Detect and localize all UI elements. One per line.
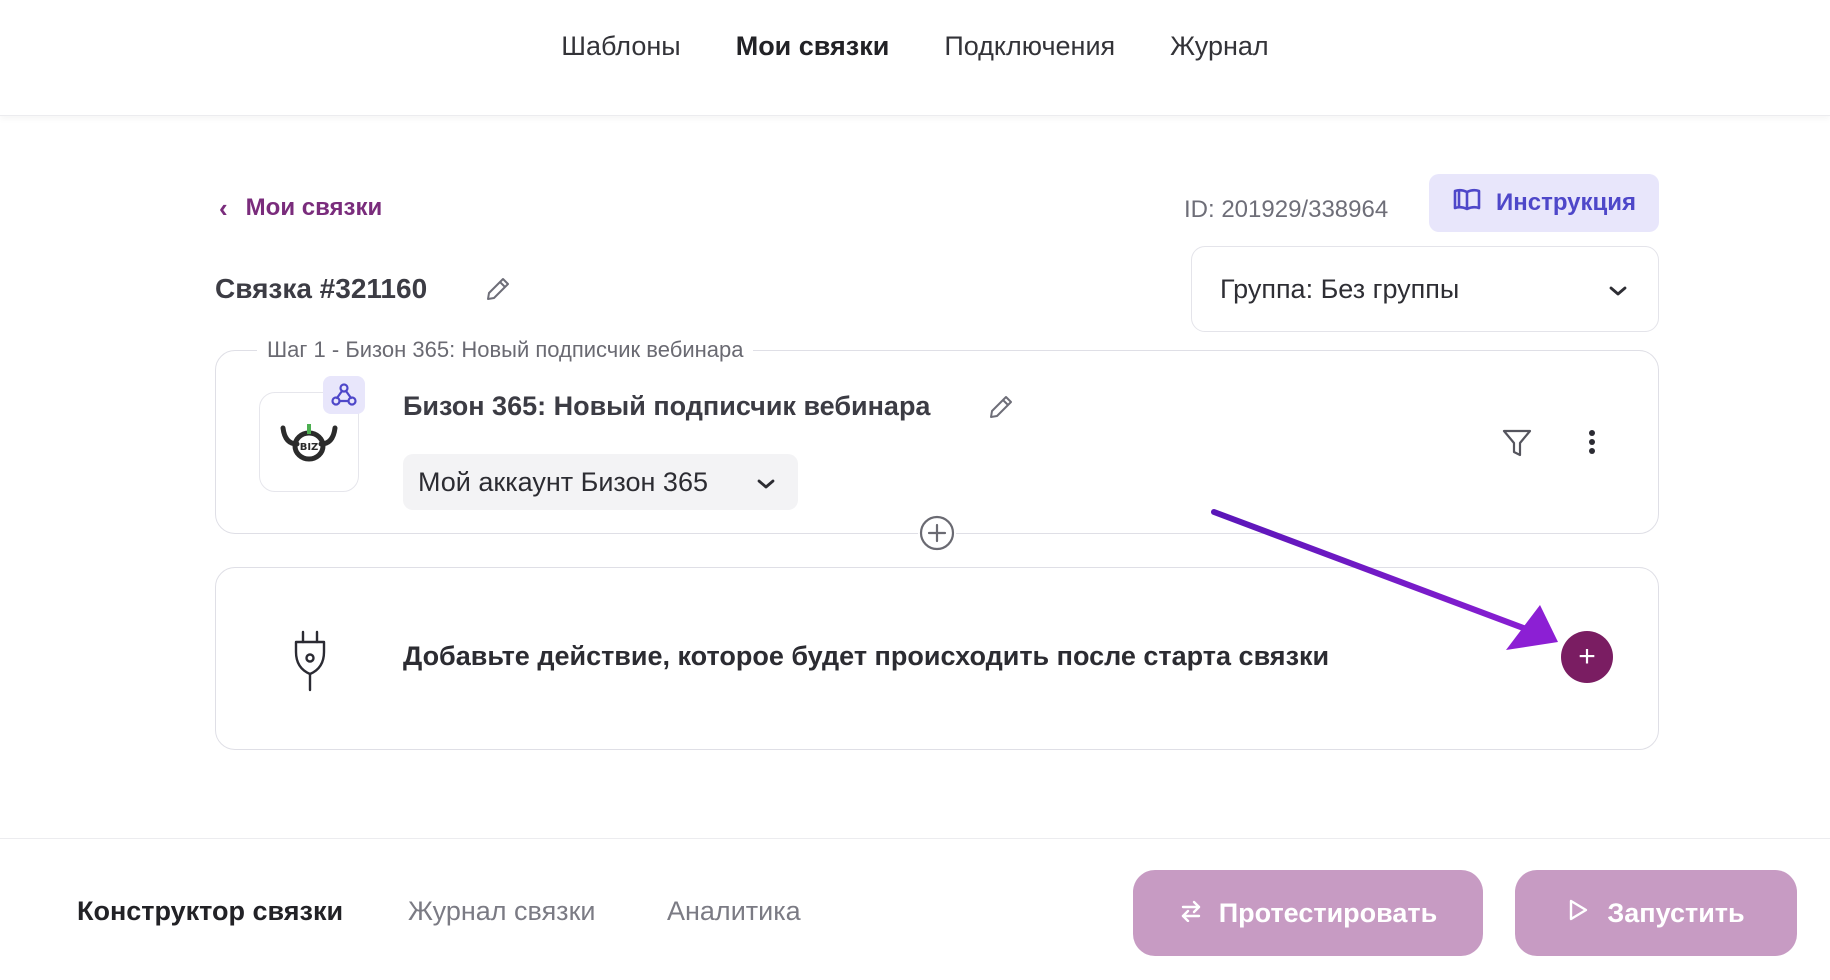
step-legend: Шаг 1 - Бизон 365: Новый подписчик вебин… [257,337,754,363]
filter-icon[interactable] [1500,426,1534,465]
chevron-down-icon [756,467,776,498]
chevron-down-icon [1608,274,1628,305]
instruction-button[interactable]: Инструкция [1429,174,1659,232]
link-id: ID: 201929/338964 [1184,196,1389,223]
logo-text: BIZ [300,442,319,453]
add-action-prompt: Добавьте действие, которое будет происхо… [403,641,1330,671]
tab-journal[interactable]: Журнал [1170,31,1269,62]
add-action-button[interactable]: + [1561,631,1613,683]
more-vertical-icon[interactable] [1584,426,1600,465]
page-title: Связка #321160 [215,273,428,304]
account-select-value: Мой аккаунт Бизон 365 [418,466,708,497]
instruction-label: Инструкция [1495,189,1637,216]
test-button[interactable]: Протестировать [1133,870,1483,956]
tab-connections[interactable]: Подключения [944,31,1115,62]
swap-icon [1179,898,1203,929]
book-icon [1452,187,1482,220]
tab-analytics[interactable]: Аналитика [667,896,801,927]
chevron-left-icon: ‹ [219,193,228,223]
top-navigation: Шаблоны Мои связки Подключения Журнал [0,0,1830,116]
step-title: Бизон 365: Новый подписчик вебинара [403,391,931,421]
back-link-label: Мои связки [245,194,383,221]
tab-constructor[interactable]: Конструктор связки [77,896,343,927]
webhook-icon [323,376,365,414]
tab-link-journal[interactable]: Журнал связки [408,896,595,927]
plug-icon [290,630,330,697]
tab-my-links[interactable]: Мои связки [736,31,890,62]
run-button[interactable]: Запустить [1515,870,1797,956]
test-button-label: Протестировать [1218,897,1438,928]
group-select[interactable]: Группа: Без группы [1191,246,1659,332]
run-button-label: Запустить [1607,897,1745,928]
play-icon [1567,898,1589,929]
tab-templates[interactable]: Шаблоны [561,31,680,62]
group-select-value: Группа: Без группы [1220,273,1460,304]
account-select[interactable]: Мой аккаунт Бизон 365 [403,454,798,510]
pencil-icon[interactable] [987,393,1015,426]
pencil-icon[interactable] [484,275,512,308]
back-link[interactable]: ‹ Мои связки [219,194,382,222]
plus-circle-icon[interactable] [918,514,956,552]
